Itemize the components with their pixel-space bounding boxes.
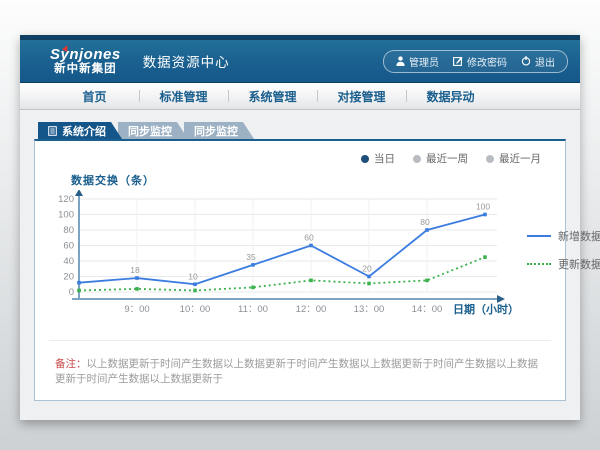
company-logo[interactable]: Synjones 新中新集团 [50, 47, 121, 75]
nav-item-5[interactable]: 数据异动 [406, 83, 495, 109]
data-point [309, 279, 313, 283]
y-tick-label: 60 [63, 241, 74, 252]
app-window: Synjones 新中新集团 数据资源中心 管理员 修改密码 退出 [20, 35, 580, 420]
legend-label: 新增数据 [558, 228, 600, 244]
chart-y-axis-title: 数据交换（条） [71, 172, 521, 188]
legend-label: 更新数据 [558, 256, 600, 272]
time-range-filter: 当日 最近一周 最近一月 [49, 149, 551, 166]
main-nav: 首页标准管理系统管理对接管理数据异动 [20, 83, 580, 110]
nav-item-4[interactable]: 对接管理 [317, 83, 406, 109]
x-tick-label: 11：00 [238, 304, 268, 315]
data-point [77, 289, 81, 293]
x-tick-label: 14：00 [412, 304, 443, 315]
tab-label: 系统介绍 [62, 123, 106, 139]
app-header: Synjones 新中新集团 数据资源中心 管理员 修改密码 退出 [20, 40, 580, 83]
footnote-label: 备注： [55, 358, 87, 370]
data-point-label: 18 [130, 265, 140, 275]
tab-bar: 系统介绍 同步监控 同步监控 [38, 122, 566, 139]
data-point [309, 244, 313, 248]
data-point-label: 35 [246, 252, 256, 262]
series-line-2 [79, 257, 485, 290]
x-axis-arrow-icon [497, 295, 505, 303]
y-tick-label: 100 [58, 210, 74, 221]
line-chart: 0 20 40 60 80 100 120 9：00 10：00 11：00 12：00 13：00 1… [49, 190, 521, 330]
content-area: 系统介绍 同步监控 同步监控 当日 最近一周 最近一月 数据交换（条） 0 20 40 60 8… [20, 110, 580, 401]
nav-item-2[interactable]: 标准管理 [139, 83, 228, 109]
user-controls: 管理员 修改密码 退出 [383, 50, 568, 73]
power-icon [521, 56, 531, 66]
radio-label: 当日 [374, 151, 395, 166]
data-point-label: 10 [188, 271, 198, 281]
x-tick-label: 10：00 [180, 304, 211, 315]
radio-option-2[interactable]: 最近一周 [413, 151, 468, 166]
data-point [425, 228, 429, 232]
chart-legend: 新增数据更新数据 [527, 228, 600, 330]
y-tick-label: 0 [69, 287, 74, 298]
data-point-label: 60 [304, 233, 314, 243]
page-title: 数据资源中心 [143, 51, 230, 71]
data-point [483, 255, 487, 259]
data-point [193, 282, 197, 286]
data-point-label: 20 [362, 264, 372, 274]
nav-item-3[interactable]: 系统管理 [228, 83, 317, 109]
radio-label: 最近一周 [426, 151, 468, 166]
x-tick-label: 13：00 [354, 304, 385, 315]
data-point [251, 263, 255, 267]
y-axis-arrow-icon [75, 190, 83, 196]
data-point [251, 286, 255, 290]
tab-label: 同步监控 [128, 123, 172, 139]
legend-line-icon [527, 235, 551, 237]
radio-dot-icon [413, 155, 421, 163]
radio-dot-icon [486, 155, 494, 163]
nav-item-1[interactable]: 首页 [50, 83, 139, 109]
radio-label: 最近一月 [499, 151, 541, 166]
y-tick-label: 20 [63, 272, 74, 283]
document-icon [48, 126, 57, 136]
data-point [135, 276, 139, 280]
logout-button[interactable]: 退出 [521, 54, 555, 69]
user-button[interactable]: 管理员 [396, 54, 439, 69]
footnote: 备注：以上数据更新于时间产生数据以上数据更新于时间产生数据以上数据更新于时间产生… [49, 340, 551, 386]
tab-3[interactable]: 同步监控 [184, 122, 254, 139]
legend-item-2: 更新数据 [527, 256, 600, 272]
change-password-button[interactable]: 修改密码 [453, 54, 507, 69]
tab-label: 同步监控 [194, 123, 238, 139]
user-icon [396, 56, 405, 66]
radio-dot-icon [361, 155, 369, 163]
y-tick-label: 40 [63, 256, 74, 267]
radio-option-1[interactable]: 当日 [361, 151, 395, 166]
chart-x-axis-title: 日期（小时） [453, 302, 519, 316]
data-point [135, 287, 139, 291]
x-tick-label: 9：00 [124, 304, 149, 315]
legend-item-1: 新增数据 [527, 228, 600, 244]
footnote-text: 以上数据更新于时间产生数据以上数据更新于时间产生数据以上数据更新于时间产生数据以… [55, 358, 538, 385]
system-intro-panel: 当日 最近一周 最近一月 数据交换（条） 0 20 40 60 80 100 120 9：00 10… [34, 139, 566, 401]
y-tick-label: 120 [58, 194, 74, 205]
tab-1[interactable]: 系统介绍 [38, 122, 122, 139]
data-point-label: 100 [476, 202, 490, 212]
x-tick-label: 12：00 [296, 304, 327, 315]
tab-2[interactable]: 同步监控 [118, 122, 188, 139]
radio-option-3[interactable]: 最近一月 [486, 151, 541, 166]
data-point-label: 80 [420, 217, 430, 227]
logo-subtitle: 新中新集团 [50, 63, 121, 75]
data-point [193, 289, 197, 293]
legend-line-icon [527, 263, 551, 265]
data-point [77, 281, 81, 285]
y-tick-label: 80 [63, 225, 74, 236]
data-point [367, 275, 371, 279]
chart-section: 数据交换（条） 0 20 40 60 80 100 120 9：00 10：00 11：00 12：… [49, 170, 551, 330]
data-point [425, 279, 429, 283]
edit-icon [453, 56, 463, 66]
data-point [483, 213, 487, 217]
data-point [367, 282, 371, 286]
logo-name: Synjones [50, 47, 121, 63]
